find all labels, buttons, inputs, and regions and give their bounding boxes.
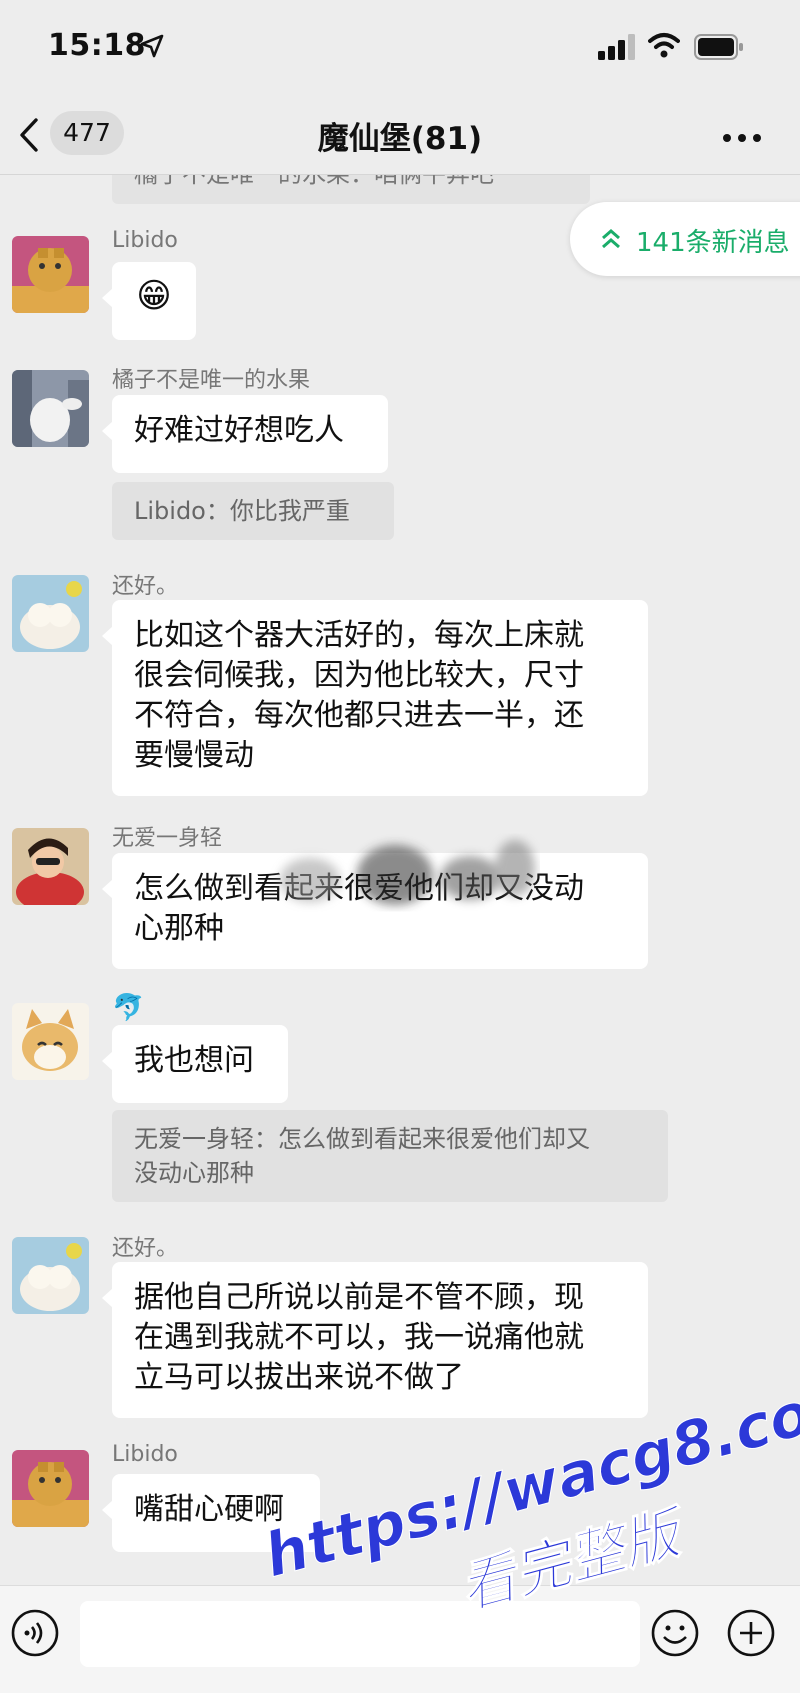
emoji-message: 😁 bbox=[136, 276, 172, 316]
sender-name: Libido bbox=[112, 1442, 178, 1467]
quoted-reply[interactable]: 无爱一身轻：怎么做到看起来很爱他们却又 没动心那种 bbox=[112, 1110, 668, 1202]
redaction-blur bbox=[280, 840, 535, 905]
message-bubble[interactable]: 据他自己所说以前是不管不顾，现 在遇到我就不可以，我一说痛他就 立马可以拔出来说… bbox=[102, 1262, 648, 1418]
nav-bar: 477 魔仙堡(81) bbox=[0, 95, 800, 175]
emoji-icon[interactable] bbox=[650, 1608, 700, 1658]
message-line: 据他自己所说以前是不管不顾，现 bbox=[134, 1280, 584, 1315]
sender-name: 还好。 bbox=[112, 1236, 179, 1261]
avatar[interactable] bbox=[12, 1003, 89, 1080]
quoted-reply[interactable]: Libido：你比我严重 bbox=[112, 482, 394, 540]
sender-name: 无爱一身轻 bbox=[112, 826, 223, 851]
message-bubble[interactable]: 😁 bbox=[102, 262, 196, 340]
avatar[interactable] bbox=[12, 370, 89, 447]
quote-line: 没动心那种 bbox=[134, 1159, 254, 1187]
new-messages-label: 141条新消息 bbox=[636, 228, 790, 258]
sender-name: 橘子不是唯一的水果 bbox=[112, 368, 311, 393]
voice-icon[interactable] bbox=[10, 1608, 60, 1658]
avatar[interactable] bbox=[12, 828, 89, 905]
message-text: 好难过好想吃人 bbox=[134, 413, 344, 448]
message-line: 很会伺候我，因为他比较大，尺寸 bbox=[134, 658, 584, 693]
more-dots-icon[interactable] bbox=[722, 133, 762, 143]
avatar[interactable] bbox=[12, 1450, 89, 1527]
quote-text: Libido：你比我严重 bbox=[134, 497, 350, 525]
avatar[interactable] bbox=[12, 236, 89, 313]
message-line: 要慢慢动 bbox=[134, 738, 254, 773]
message-input[interactable] bbox=[80, 1601, 640, 1667]
avatar[interactable] bbox=[12, 1237, 89, 1314]
message-text: 嘴甜心硬啊 bbox=[134, 1492, 284, 1527]
sender-name: 还好。 bbox=[112, 574, 179, 599]
message-text: 我也想问 bbox=[134, 1043, 254, 1078]
message-bubble[interactable]: 嘴甜心硬啊 bbox=[102, 1474, 320, 1552]
message-bubble[interactable]: 比如这个器大活好的，每次上床就 很会伺候我，因为他比较大，尺寸 不符合，每次他都… bbox=[102, 600, 648, 796]
chat-title: 魔仙堡(81) bbox=[317, 121, 483, 157]
input-bar bbox=[0, 1585, 800, 1693]
message-line: 不符合，每次他都只进去一半，还 bbox=[134, 698, 584, 733]
message-bubble[interactable]: 好难过好想吃人 bbox=[102, 395, 388, 473]
message-line: 在遇到我就不可以，我一说痛他就 bbox=[134, 1320, 584, 1355]
avatar[interactable] bbox=[12, 575, 89, 652]
message-bubble[interactable]: 我也想问 bbox=[102, 1025, 288, 1103]
sender-name: Libido bbox=[112, 228, 178, 253]
sender-name: 🐬 bbox=[112, 993, 145, 1023]
message-line: 立马可以拔出来说不做了 bbox=[134, 1360, 464, 1395]
quote-line: 无爱一身轻：怎么做到看起来很爱他们却又 bbox=[134, 1125, 590, 1153]
new-messages-button[interactable]: 141条新消息 bbox=[570, 202, 800, 276]
chat-area[interactable]: 橘子不是唯一的水果：咱俩平奔吧 Libido 😁 141条新消息 橘子不是唯一的… bbox=[0, 0, 800, 1585]
double-chevron-up-icon bbox=[602, 229, 620, 249]
plus-icon[interactable] bbox=[726, 1608, 776, 1658]
message-line: 比如这个器大活好的，每次上床就 bbox=[134, 618, 584, 653]
